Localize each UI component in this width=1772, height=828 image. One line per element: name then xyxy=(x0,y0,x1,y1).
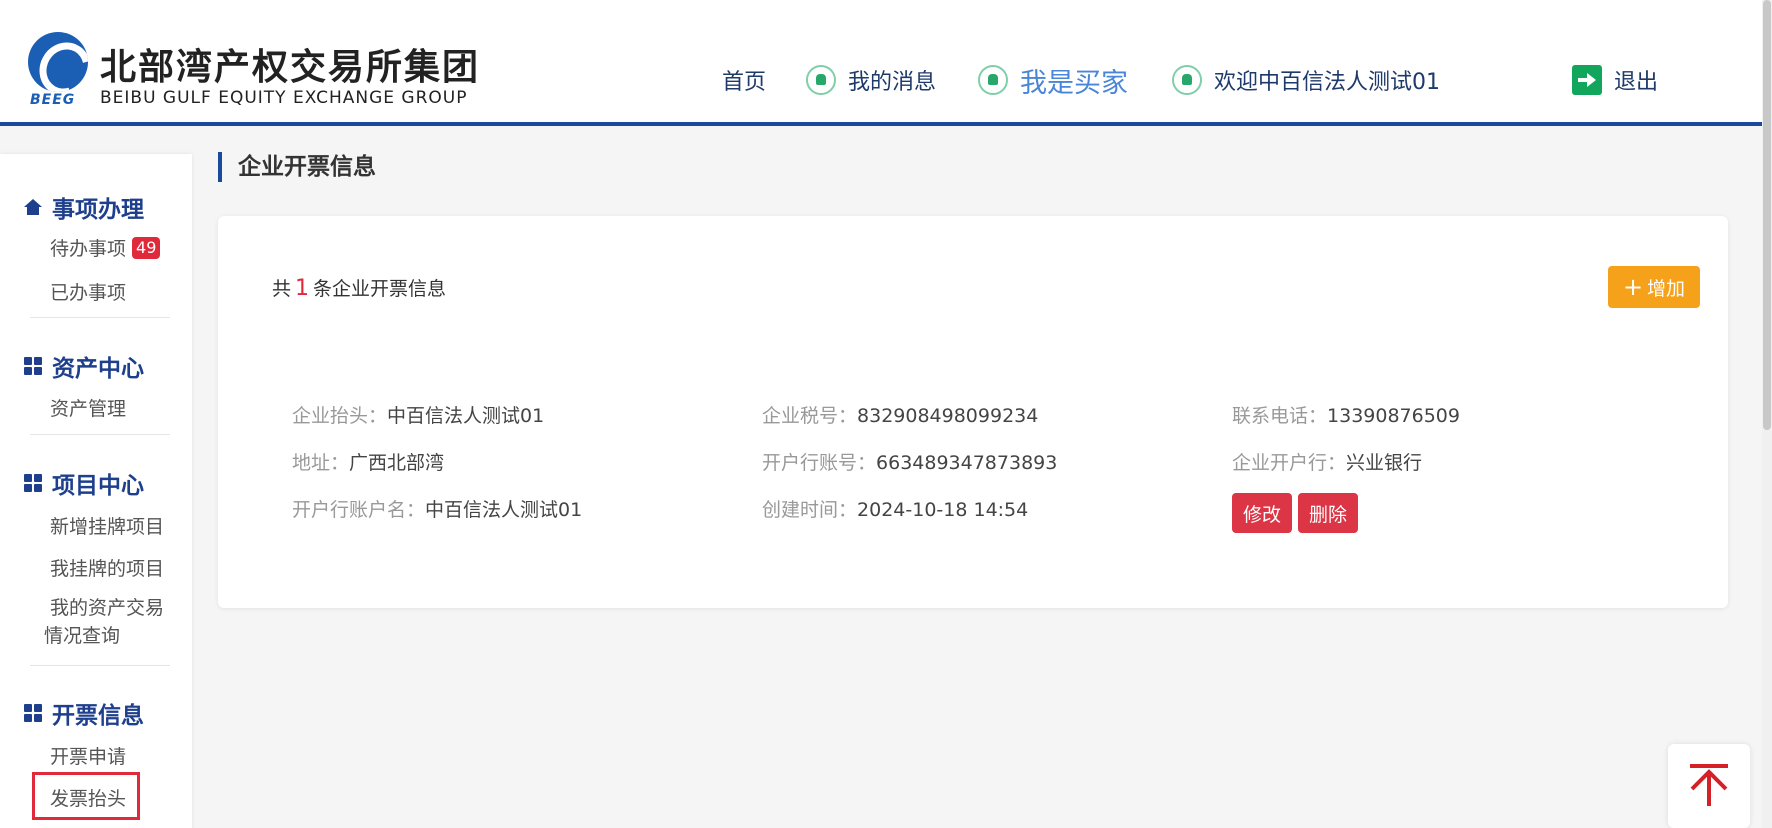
field-value: 832908498099234 xyxy=(857,405,1039,427)
nav-home[interactable]: 首页 xyxy=(722,60,766,100)
field-label: 开户行账户名： xyxy=(292,499,426,521)
sidebar-item-label: 资产管理 xyxy=(50,398,127,420)
field-value: 中百信法人测试01 xyxy=(387,405,545,427)
sidebar-item-label: 新增挂牌项目 xyxy=(50,516,165,538)
todo-count-badge: 49 xyxy=(132,237,161,259)
header: BEEG 北部湾产权交易所集团 BEIBU GULF EQUITY EXCHAN… xyxy=(0,0,1772,126)
user-icon xyxy=(1172,65,1202,95)
sidebar-section-title: 事项办理 xyxy=(52,197,144,223)
sidebar-item-todo[interactable]: 待办事项 49 xyxy=(50,234,161,261)
sidebar-item-label: 待办事项 xyxy=(50,238,127,260)
field-value: 广西北部湾 xyxy=(349,452,445,474)
grid-icon xyxy=(24,704,42,722)
logo-mark-icon xyxy=(28,32,88,92)
sidebar-item-label: 我挂牌的项目 xyxy=(50,558,165,580)
count-number: 1 xyxy=(295,276,310,301)
grid-icon xyxy=(24,474,42,492)
sidebar-item-new-listing[interactable]: 新增挂牌项目 xyxy=(50,512,164,539)
logo-english-name: BEIBU GULF EQUITY EXCHANGE GROUP xyxy=(100,88,468,108)
field-value: 兴业银行 xyxy=(1346,452,1423,474)
bank-account-number-field: 开户行账号：663489347873893 xyxy=(762,448,1057,475)
nav-home-label: 首页 xyxy=(722,70,767,95)
record-count: 共 1 条企业开票信息 xyxy=(272,274,446,301)
nav-messages[interactable]: 我的消息 xyxy=(806,60,936,100)
nav-welcome[interactable]: 欢迎中百信法人测试01 xyxy=(1172,60,1440,100)
sidebar-section-invoice[interactable]: 开票信息 xyxy=(24,696,144,730)
plus-icon: + xyxy=(1622,273,1644,301)
sidebar-item-invoice-apply[interactable]: 开票申请 xyxy=(50,742,126,769)
user-icon xyxy=(978,65,1008,95)
edit-button[interactable]: 修改 xyxy=(1232,493,1292,533)
count-prefix: 共 xyxy=(272,278,292,300)
logout-icon xyxy=(1572,65,1602,95)
nav-logout[interactable]: 退出 xyxy=(1572,60,1658,100)
arrow-up-icon xyxy=(1690,764,1728,806)
created-time-field: 创建时间：2024-10-18 14:54 xyxy=(762,495,1028,522)
add-button[interactable]: + 增加 xyxy=(1608,266,1700,308)
sidebar-section-affairs[interactable]: 事项办理 xyxy=(24,190,144,224)
nav-welcome-label: 欢迎中百信法人测试01 xyxy=(1214,70,1440,95)
divider xyxy=(30,317,170,318)
nav-buyer[interactable]: 我是买家 xyxy=(978,60,1128,100)
page-title: 企业开票信息 xyxy=(218,152,376,182)
sidebar-item-label: 我的资产交易情况查询 xyxy=(44,597,165,647)
field-label: 联系电话： xyxy=(1232,405,1328,427)
sidebar-section-assets[interactable]: 资产中心 xyxy=(24,349,144,383)
sidebar-item-trade-query[interactable]: 我的资产交易情况查询 xyxy=(44,594,174,650)
sidebar-section-title: 项目中心 xyxy=(52,473,144,499)
sidebar-item-my-listings[interactable]: 我挂牌的项目 xyxy=(50,554,164,581)
field-label: 企业税号： xyxy=(762,405,858,427)
field-label: 企业开户行： xyxy=(1232,452,1347,474)
field-label: 开户行账号： xyxy=(762,452,877,474)
sidebar-section-title: 开票信息 xyxy=(52,703,144,729)
nav-buyer-label: 我是买家 xyxy=(1020,67,1128,99)
sidebar-section-projects[interactable]: 项目中心 xyxy=(24,466,144,500)
field-value: 663489347873893 xyxy=(876,452,1058,474)
field-value: 中百信法人测试01 xyxy=(425,499,583,521)
phone-field: 联系电话：13390876509 xyxy=(1232,401,1460,428)
divider xyxy=(30,434,170,435)
tax-number-field: 企业税号：832908498099234 xyxy=(762,401,1038,428)
sidebar-item-done[interactable]: 已办事项 xyxy=(50,278,126,305)
field-label: 创建时间： xyxy=(762,499,858,521)
logo-chinese-name: 北部湾产权交易所集团 xyxy=(100,47,481,88)
account-name-field: 开户行账户名：中百信法人测试01 xyxy=(292,495,582,522)
sidebar-item-label: 已办事项 xyxy=(50,282,127,304)
sidebar-item-asset-management[interactable]: 资产管理 xyxy=(50,394,126,421)
address-field: 地址：广西北部湾 xyxy=(292,448,444,475)
invoice-info-card: 共 1 条企业开票信息 + 增加 企业抬头：中百信法人测试01 企业税号：83290… xyxy=(218,216,1728,608)
sidebar-item-label: 开票申请 xyxy=(50,746,127,768)
field-value: 13390876509 xyxy=(1327,405,1460,427)
divider xyxy=(30,665,170,666)
field-value: 2024-10-18 14:54 xyxy=(857,499,1029,521)
field-label: 地址： xyxy=(292,452,350,474)
home-icon xyxy=(24,199,42,215)
nav-logout-label: 退出 xyxy=(1614,70,1659,95)
add-button-label: 增加 xyxy=(1647,277,1686,300)
logo-abbr: BEEG xyxy=(30,92,76,108)
grid-icon xyxy=(24,357,42,375)
bell-icon xyxy=(806,65,836,95)
company-title-field: 企业抬头：中百信法人测试01 xyxy=(292,401,544,428)
logo[interactable]: BEEG 北部湾产权交易所集团 BEIBU GULF EQUITY EXCHAN… xyxy=(28,30,478,110)
nav-messages-label: 我的消息 xyxy=(848,70,937,95)
delete-button[interactable]: 删除 xyxy=(1298,493,1358,533)
scrollbar-thumb[interactable] xyxy=(1763,0,1771,430)
count-suffix: 条企业开票信息 xyxy=(313,278,447,300)
sidebar-section-title: 资产中心 xyxy=(52,356,144,382)
back-to-top-button[interactable] xyxy=(1668,744,1750,828)
selection-highlight xyxy=(32,772,140,820)
field-label: 企业抬头： xyxy=(292,405,388,427)
bank-name-field: 企业开户行：兴业银行 xyxy=(1232,448,1422,475)
